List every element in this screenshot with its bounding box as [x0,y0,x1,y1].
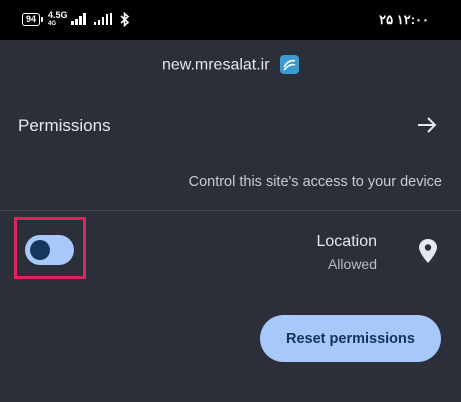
toggle-knob [30,240,50,260]
bottom-edge [0,392,461,402]
network-type-label: 4.5G [48,10,68,20]
status-bar: 94 4.5G 4G ۲۵ ۱۲:۰۰ [0,0,461,40]
location-status: Allowed [327,256,377,272]
network-type-indicator: 4.5G 4G [48,10,68,28]
battery-tip [41,16,44,22]
arrow-right-icon[interactable] [416,114,438,136]
bluetooth-icon [120,11,130,27]
site-name: new.mresalat.ir [161,56,270,74]
location-toggle[interactable] [25,235,74,265]
status-icons: 94 4.5G 4G [22,11,130,27]
signal-strength-icon [71,13,86,25]
clock: ۲۵ ۱۲:۰۰ [379,12,429,27]
location-label: Location [316,233,378,250]
reset-permissions-button[interactable]: Reset permissions [260,315,441,362]
permissions-title[interactable]: Permissions [18,116,111,136]
divider [0,210,461,211]
permissions-description: Control this site's access to your devic… [188,174,442,190]
battery-level: 94 [26,13,37,24]
signal-strength-2-icon [93,13,113,25]
site-favicon-icon [280,55,300,74]
location-pin-icon [419,239,437,263]
network-sub-label: 4G [48,21,57,27]
battery-indicator: 94 [22,12,41,26]
site-header: new.mresalat.ir [0,55,461,75]
